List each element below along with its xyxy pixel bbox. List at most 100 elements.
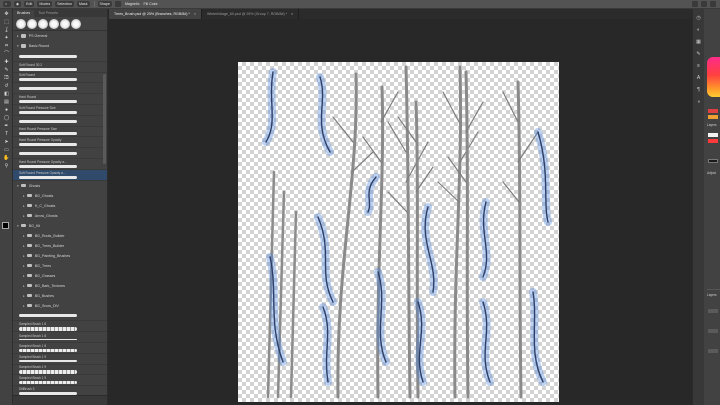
brush-subfolder[interactable]: ▸ BG_Trees — [13, 261, 107, 271]
options-item-modes[interactable]: Modes — [37, 1, 53, 7]
brush-preset[interactable]: Hard Round Pressure Opacity a... — [13, 159, 107, 170]
gear-icon[interactable] — [114, 1, 121, 7]
brush-preset[interactable]: Sampled Brush 1 8 — [13, 343, 107, 354]
type-icon[interactable]: T — [2, 131, 11, 137]
paragraph-icon[interactable]: ¶ — [695, 87, 702, 93]
brush-subfolder[interactable]: ▸ H_C_Ghosts — [13, 201, 107, 211]
color-swatch[interactable] — [708, 109, 718, 113]
brush-folder[interactable]: ▸ PS General — [13, 31, 107, 41]
brush-preset[interactable]: Soft Round 30 2 — [13, 62, 107, 73]
brush-subfolder[interactable]: ▸ Arrow_Ghosts — [13, 211, 107, 221]
chevron-right-icon[interactable]: ▸ — [23, 294, 25, 298]
tab-brushes[interactable]: Brushes — [13, 10, 35, 17]
brush-tip[interactable] — [49, 18, 59, 29]
brush-subfolder[interactable]: ▸ BG_Ghosts — [13, 191, 107, 201]
brush-subfolder[interactable]: ▸ BG_Bark_Textures — [13, 281, 107, 291]
brush-preset[interactable] — [13, 311, 107, 322]
brush-preset[interactable]: Soft Round — [13, 73, 107, 84]
gradient-icon[interactable]: ▤ — [2, 99, 11, 105]
color-icon[interactable]: ◐ — [695, 27, 702, 33]
tab-document-trees[interactable]: Trees_Brush.psd @ 25% (Branches, RGB/8#)… — [109, 9, 202, 19]
home-icon[interactable]: ⌂ — [3, 1, 11, 7]
properties-icon[interactable]: ≡ — [695, 63, 702, 69]
brush-preset[interactable]: Hard Round Pressure Size — [13, 127, 107, 138]
brush-preset[interactable] — [13, 51, 107, 62]
lasso-icon[interactable]: ʆ — [2, 27, 11, 33]
color-swatch[interactable] — [708, 133, 718, 137]
layer-thumbnail[interactable] — [708, 349, 718, 353]
brush-preset[interactable]: Sampled Brush 1 9 — [13, 365, 107, 376]
chevron-down-icon[interactable]: ▾ — [17, 224, 19, 228]
options-item-edit[interactable]: Edit — [24, 1, 35, 7]
options-item-mask[interactable]: Mask — [76, 1, 90, 7]
brush-subfolder[interactable]: ▸ BG_Trees_Builder — [13, 241, 107, 251]
options-item-fill-color[interactable]: Fill Color — [144, 2, 158, 6]
layer-thumbnail[interactable] — [708, 329, 718, 333]
brush-tip[interactable] — [16, 18, 26, 29]
brush-preset[interactable] — [13, 83, 107, 95]
workspace-icon[interactable] — [701, 1, 707, 7]
dodge-icon[interactable]: ◯ — [2, 115, 11, 121]
brush-preset[interactable]: Sampled Brush 1 8 — [13, 321, 107, 333]
tab-document-winterfoliage[interactable]: Winterfoliage_60.psd @ 25% (Group 7, RGB… — [202, 9, 300, 19]
brush-preset[interactable]: Soft Round Pressure Size — [13, 105, 107, 116]
brush-tip[interactable] — [38, 18, 48, 29]
brush-preset[interactable]: Sampled Brush 1 9 — [13, 354, 107, 365]
brush-preset-picker[interactable]: ◉ — [14, 1, 22, 7]
zoom-icon[interactable]: ⚲ — [2, 163, 11, 169]
layer-thumbnail[interactable] — [708, 309, 718, 313]
chevron-right-icon[interactable]: ▸ — [23, 284, 25, 288]
options-item-selection[interactable]: Selection — [55, 1, 74, 7]
color-swatch[interactable] — [708, 159, 718, 163]
chevron-right-icon[interactable]: ▸ — [23, 204, 25, 208]
brush-subfolder[interactable]: ▸ BG_Bushes — [13, 291, 107, 301]
color-swatches[interactable] — [2, 222, 12, 232]
history-icon[interactable]: ◷ — [695, 15, 702, 21]
brush-tip[interactable] — [71, 18, 81, 29]
chevron-right-icon[interactable]: ▸ — [23, 244, 25, 248]
brush-preset[interactable]: Hard Round Pressure Opacity — [13, 137, 107, 149]
brushes-scrollbar[interactable] — [103, 74, 106, 164]
stamp-icon[interactable]: ⎄ — [2, 75, 11, 81]
path-select-icon[interactable]: ➤ — [2, 139, 11, 145]
brush-subfolder[interactable]: ▸ BG_Roots_Builder — [13, 231, 107, 241]
color-swatch[interactable] — [708, 139, 718, 143]
share-icon[interactable] — [710, 1, 716, 7]
chevron-right-icon[interactable]: ▸ — [23, 234, 25, 238]
eyedropper-icon[interactable]: ⌒ — [2, 51, 11, 57]
shape-icon[interactable]: ▭ — [2, 147, 11, 153]
options-item-shape[interactable]: Shape — [97, 1, 112, 7]
character-icon[interactable]: A — [695, 75, 702, 81]
search-icon[interactable] — [692, 1, 698, 7]
foreground-color[interactable] — [2, 222, 9, 229]
brush-subfolder[interactable]: ▸ BG_Painting_Brushes — [13, 251, 107, 261]
brush-preset[interactable] — [13, 116, 107, 127]
brush-subfolder[interactable]: ▸ BG_Grasses — [13, 271, 107, 281]
brush-preset[interactable]: Sampled Brush 1 9 — [13, 375, 107, 387]
brush-settings-icon[interactable]: ✎ — [695, 51, 702, 57]
chevron-right-icon[interactable]: ▸ — [17, 34, 19, 38]
brush-tip[interactable] — [27, 18, 37, 29]
document-canvas[interactable] — [238, 62, 559, 402]
blur-icon[interactable]: ● — [2, 107, 11, 113]
brush-tip[interactable] — [60, 18, 70, 29]
chevron-right-icon[interactable]: ▸ — [23, 254, 25, 258]
close-icon[interactable]: × — [194, 12, 196, 16]
adjustments-icon[interactable]: ◑ — [695, 99, 702, 105]
healing-icon[interactable]: ✚ — [2, 59, 11, 65]
crop-icon[interactable]: ⌗ — [2, 43, 11, 49]
eraser-icon[interactable]: ◧ — [2, 91, 11, 97]
brush-subfolder[interactable]: ▾ Ghosts — [13, 181, 107, 191]
brush-subfolder[interactable]: ▸ BG_Snow_DIV — [13, 301, 107, 311]
chevron-down-icon[interactable]: ▾ — [17, 184, 19, 188]
move-icon[interactable]: ✥ — [2, 11, 11, 17]
brush-preset[interactable]: Hard Round — [13, 94, 107, 105]
brush-icon[interactable]: ✎ — [2, 67, 11, 73]
chevron-down-icon[interactable]: ▾ — [17, 44, 19, 48]
chevron-right-icon[interactable]: ▸ — [23, 264, 25, 268]
tab-tool-presets[interactable]: Tool Presets — [34, 10, 62, 17]
magic-wand-icon[interactable]: ✦ — [2, 35, 11, 41]
pen-icon[interactable]: ✒ — [2, 123, 11, 129]
brush-preset[interactable]: Soft Round Pressure Opacity a... — [13, 169, 107, 181]
chevron-right-icon[interactable]: ▸ — [23, 274, 25, 278]
